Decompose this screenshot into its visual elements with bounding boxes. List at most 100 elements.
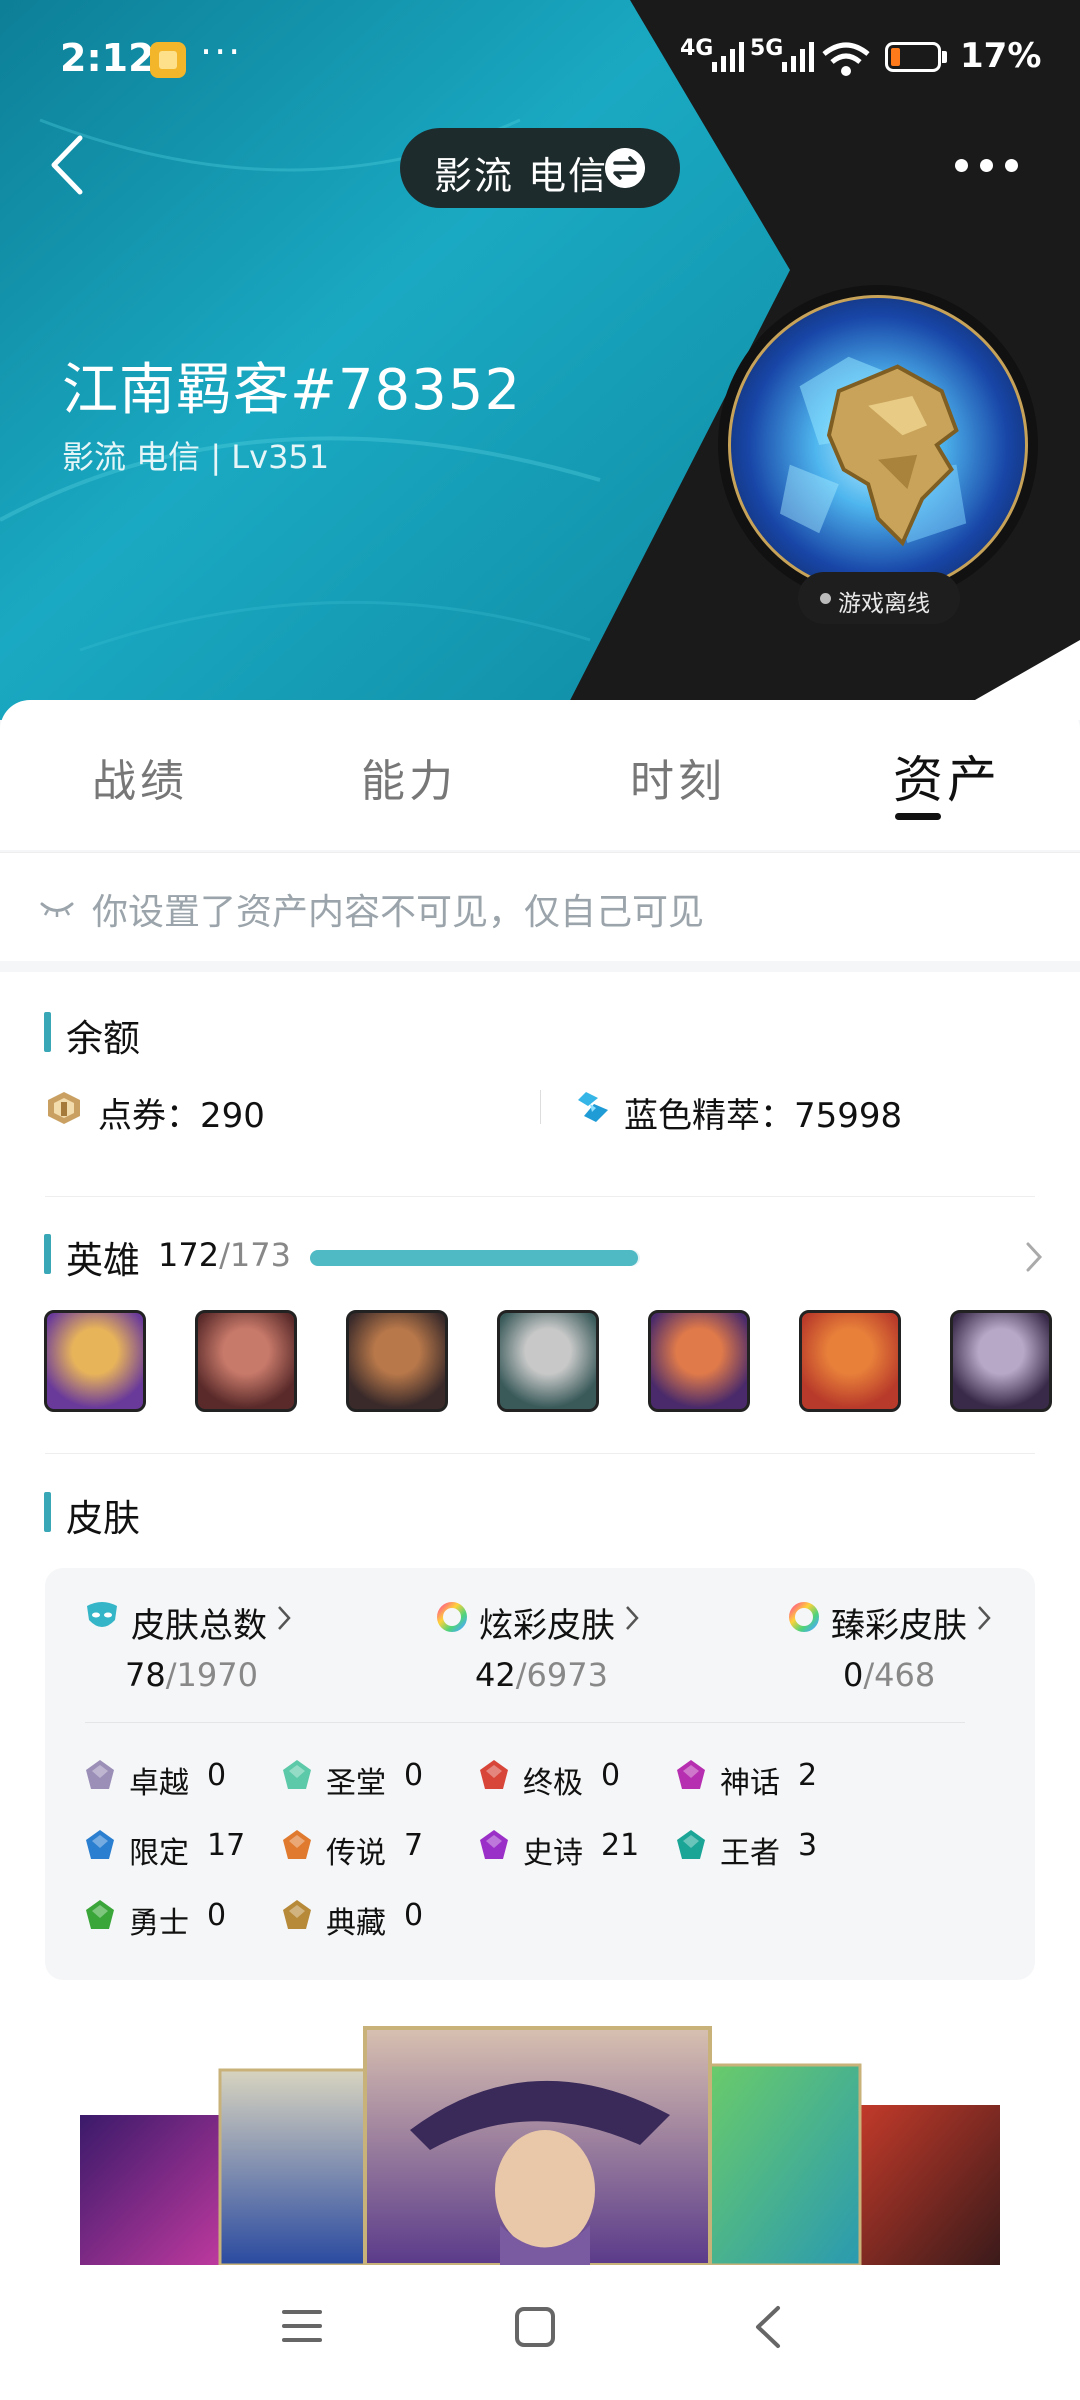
- back-icon[interactable]: [752, 2304, 782, 2350]
- battery-icon: [885, 42, 941, 72]
- chevron-right-icon: [978, 1606, 991, 1630]
- tier-count: 3: [798, 1828, 818, 1863]
- points-coin-icon: [48, 1092, 80, 1124]
- points-value: 290: [200, 1096, 265, 1136]
- hidden-eye-icon: [40, 902, 74, 917]
- tab-assets[interactable]: 资产: [893, 740, 1001, 812]
- chevron-right-icon: [626, 1606, 639, 1630]
- wifi-icon: [822, 42, 870, 76]
- chroma-skins-stat[interactable]: 炫彩皮肤 42/6973: [435, 1568, 765, 1728]
- heroes-title: 英雄: [66, 1239, 140, 1282]
- tier-name: 圣堂: [326, 1766, 386, 1801]
- tab-ability[interactable]: 能力: [361, 745, 457, 809]
- network-4g-label: 4G: [680, 36, 714, 61]
- tab-match-history[interactable]: 战绩: [92, 745, 188, 809]
- tier-count: 0: [404, 1758, 424, 1793]
- champion-portrait[interactable]: [648, 1310, 750, 1412]
- tier-name: 传说: [326, 1836, 386, 1871]
- network-5g-label: 5G: [750, 36, 784, 61]
- tier-name: 典藏: [326, 1906, 386, 1941]
- server-name: 影流 电信: [434, 154, 609, 198]
- signal-icon: [712, 42, 744, 72]
- blue-essence-balance: 蓝色精萃：75998: [624, 1096, 903, 1136]
- skins-card: 皮肤总数 78/1970 炫彩皮肤 42/6973 臻彩皮肤 0/468 卓越: [45, 1568, 1035, 1980]
- total-skins-stat[interactable]: 皮肤总数 78/1970: [45, 1568, 375, 1728]
- server-switch-button[interactable]: 影流 电信: [400, 128, 680, 208]
- champion-portrait[interactable]: [44, 1310, 146, 1412]
- tier-name: 限定: [129, 1836, 189, 1871]
- champion-portrait[interactable]: [497, 1310, 599, 1412]
- status-time: 2:12: [60, 36, 155, 80]
- tier-gem-icon: [480, 1760, 508, 1789]
- home-icon[interactable]: [514, 2306, 556, 2348]
- chevron-right-icon: [278, 1606, 291, 1630]
- back-arrow-icon[interactable]: [40, 130, 100, 200]
- heroes-total: /173: [219, 1236, 291, 1274]
- section-marker: [44, 1012, 51, 1052]
- tier-count: 7: [404, 1828, 424, 1863]
- active-tab-indicator: [895, 813, 941, 820]
- heroes-count: 172/173: [158, 1236, 291, 1274]
- server-level-info: 影流 电信 | Lv351: [62, 438, 330, 476]
- notification-app-icon: [150, 42, 186, 78]
- signal-icon-2: [782, 42, 814, 72]
- section-marker: [44, 1234, 51, 1274]
- points-balance: 点券：290: [98, 1096, 265, 1136]
- tier-gem-icon: [283, 1900, 311, 1929]
- tier-gem-icon: [677, 1760, 705, 1789]
- status-dot-icon: [820, 593, 831, 604]
- tier-gem-icon: [86, 1760, 114, 1789]
- tier-gem-icon: [283, 1830, 311, 1859]
- tier-name: 勇士: [129, 1906, 189, 1941]
- skin-artwork-images: [80, 2026, 1000, 2265]
- player-avatar[interactable]: [728, 295, 1028, 595]
- blue-essence-icon: [578, 1092, 608, 1122]
- privacy-notice: 你设置了资产内容不可见，仅自己可见: [0, 852, 1080, 961]
- tier-gem-icon: [480, 1830, 508, 1859]
- tab-moments[interactable]: 时刻: [630, 745, 726, 809]
- more-notifications-indicator: ···: [200, 30, 243, 74]
- heroes-progress-bar: [310, 1250, 640, 1266]
- chevron-right-icon[interactable]: [1025, 1240, 1043, 1274]
- online-status-badge: 游戏离线: [798, 572, 960, 624]
- champion-portrait[interactable]: [799, 1310, 901, 1412]
- tier-gem-icon: [86, 1830, 114, 1859]
- battery-percentage: 17%: [960, 36, 1042, 76]
- system-navigation-bar: [0, 2266, 1080, 2400]
- heroes-owned: 172: [158, 1236, 220, 1274]
- champion-portrait[interactable]: [195, 1310, 297, 1412]
- champion-portrait[interactable]: [346, 1310, 448, 1412]
- privacy-notice-text: 你设置了资产内容不可见，仅自己可见: [92, 892, 705, 933]
- heroes-progress-fill: [310, 1250, 639, 1266]
- lion-emblem-icon: [780, 356, 967, 547]
- tier-gem-icon: [677, 1830, 705, 1859]
- tier-count: 0: [601, 1758, 621, 1793]
- tier-count: 0: [404, 1898, 424, 1933]
- menu-icon[interactable]: [282, 2306, 322, 2346]
- chroma-ring-icon: [789, 1602, 819, 1632]
- tier-count: 21: [601, 1828, 640, 1863]
- tier-count: 0: [207, 1758, 227, 1793]
- champion-portrait[interactable]: [950, 1310, 1052, 1412]
- tier-gem-icon: [283, 1760, 311, 1789]
- tier-count: 0: [207, 1898, 227, 1933]
- tier-name: 终极: [523, 1766, 583, 1801]
- swap-icon: [605, 148, 645, 188]
- tier-count: 17: [207, 1828, 246, 1863]
- prestige-chroma-skins-stat[interactable]: 臻彩皮肤 0/468: [787, 1568, 1080, 1728]
- balance-title: 余额: [66, 1017, 140, 1060]
- profile-header: 2:12 ··· 4G 5G 17% 影流 电信 江南羁客#78352 影流 电…: [0, 0, 1080, 720]
- chroma-ring-icon: [437, 1602, 467, 1632]
- player-name: 江南羁客#78352: [62, 358, 522, 423]
- tier-gem-icon: [86, 1900, 114, 1929]
- skin-showcase-carousel[interactable]: [80, 2020, 1000, 2265]
- section-marker: [44, 1492, 51, 1532]
- tier-name: 神话: [720, 1766, 780, 1801]
- tier-name: 王者: [720, 1836, 780, 1871]
- mask-icon: [87, 1602, 117, 1627]
- tier-name: 卓越: [129, 1766, 189, 1801]
- tier-name: 史诗: [523, 1836, 583, 1871]
- blue-essence-value: 75998: [794, 1096, 903, 1136]
- tier-count: 2: [798, 1758, 818, 1793]
- more-options-icon[interactable]: [955, 155, 1019, 175]
